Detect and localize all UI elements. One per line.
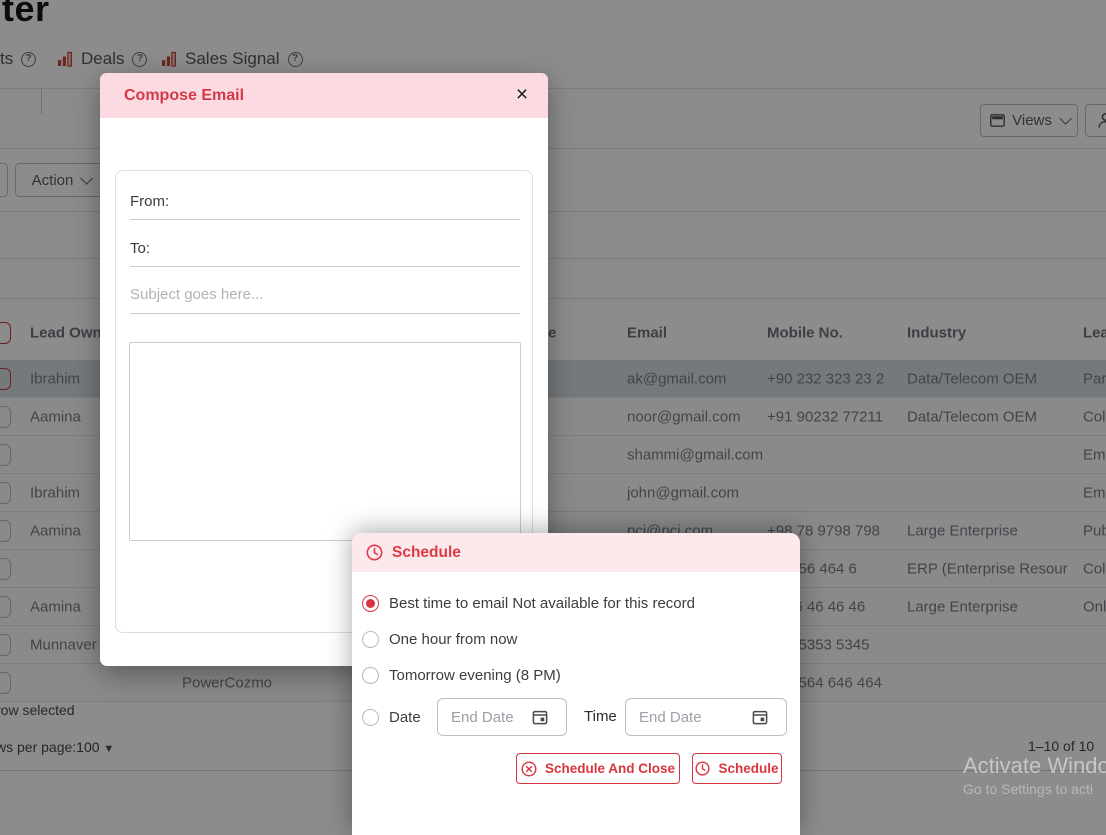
clock-icon <box>366 544 383 561</box>
schedule-option: Tomorrow evening (8 PM) <box>362 667 561 684</box>
schedule-popup-title: Schedule <box>392 544 461 562</box>
close-icon[interactable]: × <box>510 83 534 107</box>
schedule-button[interactable]: Schedule <box>692 753 782 784</box>
schedule-option-label: Best time to email Not available for thi… <box>389 595 695 612</box>
from-input[interactable] <box>169 193 520 219</box>
end-time-input[interactable] <box>626 709 752 726</box>
to-field-row: To: <box>130 229 520 267</box>
radio-button[interactable] <box>362 631 379 648</box>
radio-button[interactable] <box>362 667 379 684</box>
calendar-icon[interactable] <box>532 709 548 725</box>
to-label: To: <box>130 240 150 266</box>
circle-x-icon <box>521 761 537 777</box>
schedule-option: Best time to email Not available for thi… <box>362 595 695 612</box>
compose-modal-header: Compose Email <box>100 73 548 118</box>
schedule-option-date: Date <box>362 709 421 726</box>
time-label: Time <box>584 708 617 725</box>
radio-button[interactable] <box>362 595 379 612</box>
subject-input[interactable] <box>130 276 520 314</box>
schedule-option: One hour from now <box>362 631 517 648</box>
schedule-popup-header: Schedule <box>352 533 800 572</box>
email-body-textarea[interactable] <box>129 342 521 541</box>
schedule-popup: Schedule Best time to email Not availabl… <box>352 533 800 835</box>
clock-icon <box>695 761 710 776</box>
end-date-input[interactable] <box>438 709 532 726</box>
schedule-and-close-button[interactable]: Schedule And Close <box>516 753 680 784</box>
from-field-row: From: <box>130 182 520 220</box>
schedule-option-label: Tomorrow evening (8 PM) <box>389 667 561 684</box>
date-option-label: Date <box>389 709 421 726</box>
time-input-wrap <box>625 698 787 736</box>
to-input[interactable] <box>150 240 520 266</box>
activate-windows-subtext: Go to Settings to acti <box>963 781 1093 797</box>
compose-modal-title: Compose Email <box>124 87 244 105</box>
radio-button[interactable] <box>362 709 379 726</box>
schedule-option-label: One hour from now <box>389 631 517 648</box>
date-input-wrap <box>437 698 567 736</box>
from-label: From: <box>130 193 169 219</box>
calendar-icon[interactable] <box>752 709 768 725</box>
activate-windows-watermark: Activate Window <box>963 753 1106 779</box>
